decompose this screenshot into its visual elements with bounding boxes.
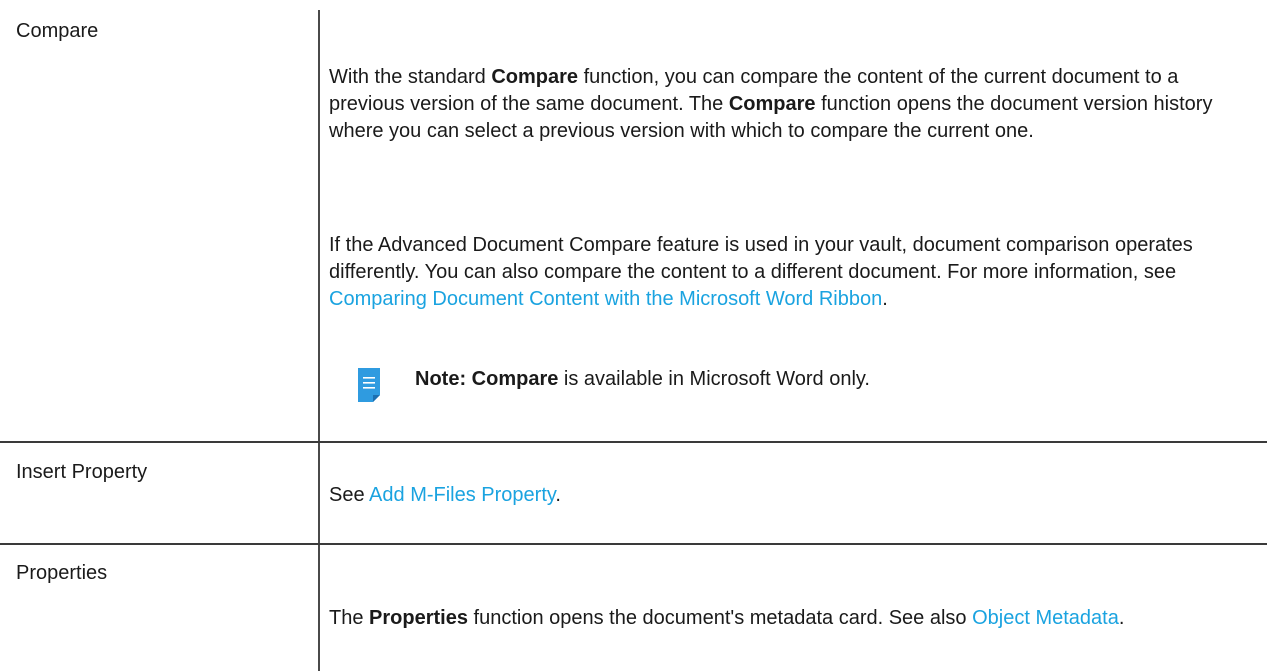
compare-note: Note: Compare is available in Microsoft …	[415, 368, 870, 390]
insert-property-description: See Add M-Files Property.	[329, 484, 561, 506]
column-divider	[318, 10, 320, 671]
row-divider	[0, 543, 1267, 545]
row-label-properties: Properties	[16, 562, 108, 584]
comparing-document-content-link[interactable]: Comparing Document Content with the Micr…	[329, 288, 882, 310]
row-divider	[0, 441, 1267, 443]
compare-description: With the standard Compare function, you …	[329, 66, 1213, 142]
advanced-compare-description: If the Advanced Document Compare feature…	[329, 234, 1193, 310]
row-label-compare: Compare	[16, 20, 99, 42]
add-m-files-property-link[interactable]: Add M-Files Property	[369, 484, 555, 506]
object-metadata-link[interactable]: Object Metadata	[972, 607, 1119, 629]
row-label-insert-property: Insert Property	[16, 461, 148, 483]
properties-description: The Properties function opens the docume…	[329, 607, 1125, 629]
note-icon	[358, 368, 380, 402]
